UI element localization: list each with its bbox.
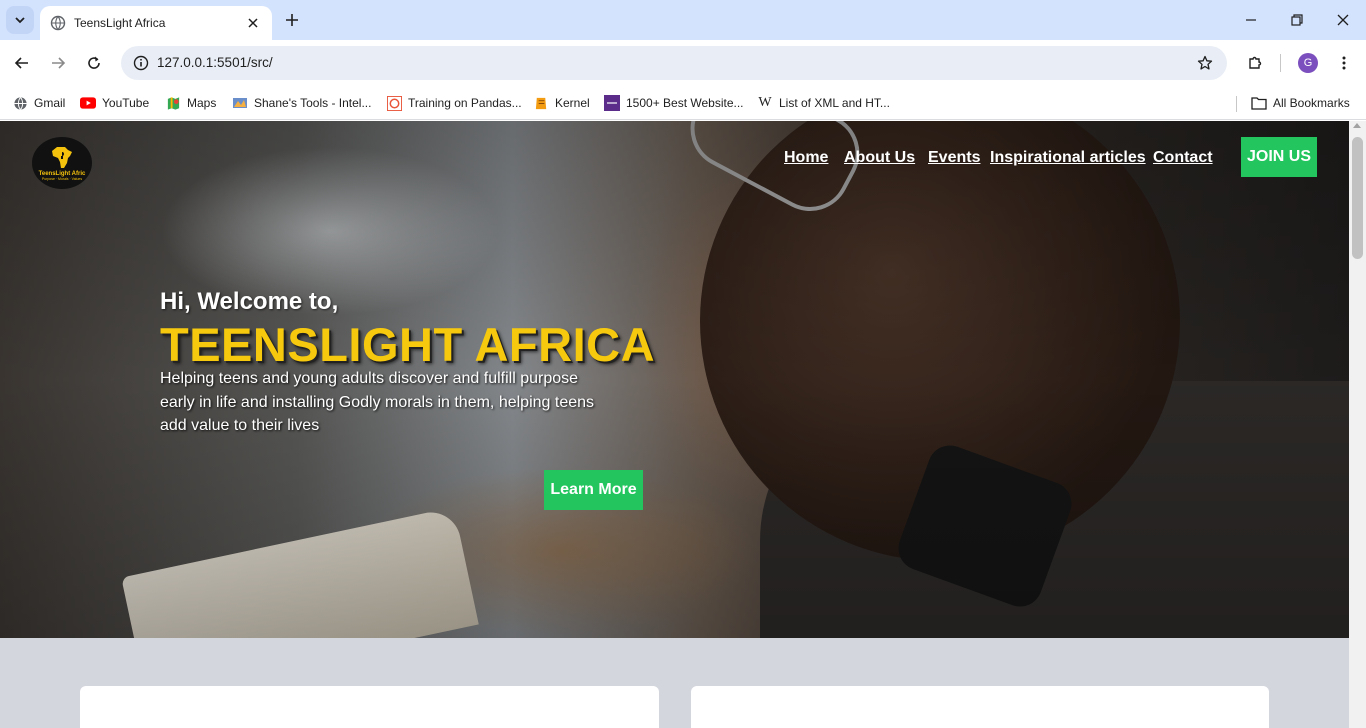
browser-toolbar: 127.0.0.1:5501/src/ G <box>0 40 1366 86</box>
extensions-button[interactable] <box>1240 48 1270 78</box>
reload-icon <box>88 56 100 69</box>
join-us-button[interactable]: JOIN US <box>1241 137 1317 177</box>
nav-events[interactable]: Events <box>928 149 980 169</box>
bookmark-label: Shane's Tools - Intel... <box>254 96 372 110</box>
tab-search-button[interactable] <box>6 6 34 34</box>
scroll-up-arrow[interactable] <box>1353 123 1361 128</box>
bookmark-colorlib[interactable]: 1500+ Best Website... <box>604 92 744 114</box>
bookmark-label: 1500+ Best Website... <box>626 96 744 110</box>
bookmark-maps[interactable]: Maps <box>165 92 216 114</box>
all-bookmarks-button[interactable]: All Bookmarks <box>1251 92 1350 114</box>
bookmarks-separator <box>1236 96 1237 112</box>
url-text[interactable]: 127.0.0.1:5501/src/ <box>157 55 273 70</box>
forward-button[interactable] <box>43 48 73 78</box>
africa-map-icon <box>52 146 72 168</box>
close-window-button[interactable] <box>1320 0 1366 40</box>
folder-icon <box>1251 95 1267 111</box>
active-tab[interactable]: TeensLight Africa <box>40 6 272 40</box>
site-info-button[interactable] <box>129 51 153 75</box>
bookmark-training-pandas[interactable]: Training on Pandas... <box>386 92 522 114</box>
close-icon <box>248 18 258 28</box>
bookmark-label: Training on Pandas... <box>408 96 522 110</box>
maps-icon <box>165 95 181 111</box>
globe-icon <box>50 15 66 31</box>
hero-section: TeensLight Afric Purpose · Morals · Valu… <box>0 121 1349 638</box>
toolbar-separator <box>1280 54 1281 72</box>
address-bar[interactable]: 127.0.0.1:5501/src/ <box>121 46 1227 80</box>
colorlib-icon <box>604 95 620 111</box>
site-logo[interactable]: TeensLight Afric Purpose · Morals · Valu… <box>32 137 92 189</box>
bookmark-star-button[interactable] <box>1193 51 1217 75</box>
chevron-down-icon <box>15 17 25 24</box>
bookmark-label: YouTube <box>102 96 150 110</box>
logo-tagline: Purpose · Morals · Values <box>41 176 83 181</box>
hero-welcome: Hi, Welcome to, <box>160 288 339 315</box>
content-card-right <box>691 686 1269 728</box>
scroll-thumb[interactable] <box>1352 137 1363 259</box>
more-vertical-icon <box>1342 56 1346 70</box>
training-icon <box>386 95 402 111</box>
hero-title: TEENSLIGHT AFRICA <box>160 318 656 371</box>
minimize-button[interactable] <box>1228 0 1274 40</box>
nav-contact[interactable]: Contact <box>1153 149 1213 169</box>
bookmark-gmail[interactable]: Gmail <box>12 92 65 114</box>
minimize-icon <box>1246 19 1256 21</box>
restore-button[interactable] <box>1274 0 1320 40</box>
back-button[interactable] <box>7 48 37 78</box>
arrow-left-icon <box>14 57 28 69</box>
bookmark-label: Gmail <box>34 96 66 110</box>
bookmark-label: List of XML and HT... <box>779 96 890 110</box>
nav-about-us[interactable]: About Us <box>844 149 915 169</box>
page-scrollbar[interactable] <box>1349 121 1366 728</box>
close-icon <box>1337 14 1349 26</box>
all-bookmarks-label: All Bookmarks <box>1273 96 1350 110</box>
bookmark-label: Kernel <box>555 96 590 110</box>
bookmark-xml-list[interactable]: W List of XML and HT... <box>757 92 890 114</box>
reload-button[interactable] <box>79 48 109 78</box>
learn-more-button[interactable]: Learn More <box>544 470 643 510</box>
menu-button[interactable] <box>1329 48 1359 78</box>
tab-title: TeensLight Africa <box>74 16 166 30</box>
wikipedia-icon: W <box>758 95 772 110</box>
content-card-left <box>80 686 659 728</box>
hero-description: Helping teens and young adults discover … <box>160 370 595 434</box>
profile-avatar[interactable]: G <box>1298 53 1318 73</box>
youtube-icon <box>80 95 96 111</box>
tab-close-button[interactable] <box>244 14 262 32</box>
info-icon <box>133 55 149 71</box>
tools-icon <box>232 95 248 111</box>
globe-icon <box>12 95 28 111</box>
plus-icon <box>286 14 298 26</box>
bookmarks-bar: Gmail YouTube Maps Shane's Tools - Intel… <box>0 86 1366 120</box>
restore-icon <box>1291 14 1303 26</box>
nav-home[interactable]: Home <box>784 149 828 169</box>
bookmark-shanes-tools[interactable]: Shane's Tools - Intel... <box>232 92 371 114</box>
new-tab-button[interactable] <box>280 8 304 32</box>
tab-strip: TeensLight Africa <box>0 0 1366 40</box>
page-viewport: TeensLight Afric Purpose · Morals · Valu… <box>0 121 1349 728</box>
kernel-icon <box>533 95 549 111</box>
arrow-right-icon <box>52 57 66 69</box>
bookmark-label: Maps <box>187 96 217 110</box>
puzzle-icon <box>1249 56 1262 69</box>
nav-inspirational-articles[interactable]: Inspirational articles <box>990 149 1146 169</box>
star-icon <box>1197 55 1213 70</box>
bookmark-kernel[interactable]: Kernel <box>533 92 590 114</box>
bookmark-youtube[interactable]: YouTube <box>80 92 149 114</box>
